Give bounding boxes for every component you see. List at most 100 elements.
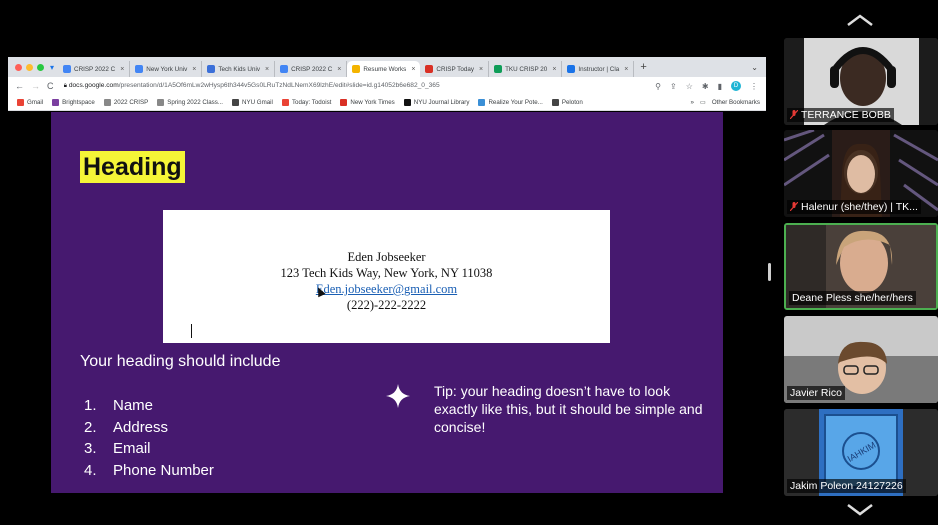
zoom-icon[interactable]: ⚲ [655, 82, 661, 91]
participant-tile[interactable]: IAHKIM Jakim Poleon 24127226 [784, 409, 938, 496]
slide-heading: Heading [80, 151, 185, 183]
tab-close-icon[interactable]: × [552, 66, 556, 73]
resume-address: 123 Tech Kids Way, New York, NY 11038 [280, 266, 493, 280]
folder-icon: ▭ [700, 99, 706, 106]
bookmark-item[interactable]: NYU Gmail [231, 99, 273, 106]
tab-close-icon[interactable]: × [337, 66, 341, 73]
include-list: 1. Name 2. Address 3. Email 4. Phone Number [84, 395, 214, 481]
tab-label: CRISP 2022 C [291, 65, 333, 73]
participant-tile[interactable]: Javier Rico [784, 316, 938, 403]
tab-bar: ▾ CRISP 2022 C × New York Univ × Tech Kids U… [8, 57, 766, 77]
tab-close-icon[interactable]: × [479, 66, 483, 73]
bookmark-star-icon[interactable]: ☆ [686, 82, 693, 91]
bookmark-favicon-icon [281, 99, 289, 106]
other-bookmarks[interactable]: Other Bookmarks [712, 99, 760, 106]
browser-tab[interactable]: Tech Kids Univ × [202, 61, 276, 77]
address-bar-actions: ⚲ ⇪ ☆ ✱ ▮ D ⋮ [655, 81, 758, 91]
gallery-scroll-up-chevron-icon[interactable] [845, 12, 875, 28]
bookmark-favicon-icon [157, 99, 165, 106]
minimize-window-button[interactable] [26, 63, 33, 71]
gallery-scroll-down-chevron-icon[interactable] [845, 502, 875, 518]
participant-tile[interactable]: Halenur (she/they) | TK... [784, 130, 938, 217]
bookmarks-overflow: » ▭ Other Bookmarks [691, 99, 760, 106]
bookmark-list: Gmail Brightspace 2022 CRISP Spring 2022 Cl… [8, 99, 583, 106]
close-window-button[interactable] [15, 63, 22, 71]
include-title: Your heading should include [80, 353, 281, 370]
bookmark-label: 2022 CRISP [113, 99, 149, 106]
tab-label: Instructor | Cla [578, 65, 620, 73]
bookmark-item[interactable]: Gmail [17, 99, 43, 106]
tab-favicon-icon [425, 65, 434, 73]
bookmark-item[interactable]: Peloton [551, 99, 583, 106]
tab-favicon-icon [280, 65, 289, 73]
sidebar-icon[interactable]: ▮ [718, 82, 722, 91]
muted-mic-icon [789, 109, 799, 120]
tab-list-chevron-icon[interactable]: ⌄ [751, 63, 758, 72]
browser-tab[interactable]: Resume Works × [347, 61, 421, 77]
extensions-icon[interactable]: ✱ [702, 82, 709, 91]
browser-tab[interactable]: CRISP Today × [420, 61, 490, 77]
bookmarks-more-chevron-icon[interactable]: » [691, 99, 694, 106]
menu-kebab-icon[interactable]: ⋮ [750, 82, 758, 91]
participant-name: Halenur (she/they) | TK... [787, 200, 921, 214]
bookmark-label: New York Times [350, 99, 395, 106]
bookmark-item[interactable]: Brightspace [52, 99, 95, 106]
tab-favicon-icon [135, 65, 144, 73]
bookmark-item[interactable]: Realize Your Pote... [478, 99, 543, 106]
bookmark-favicon-icon [478, 99, 486, 106]
list-item: 2. Address [84, 418, 169, 436]
bookmark-favicon-icon [340, 99, 348, 106]
participant-name: Javier Rico [787, 386, 845, 400]
bookmark-item[interactable]: Spring 2022 Class... [157, 99, 223, 106]
maximize-window-button[interactable] [37, 63, 44, 71]
bookmark-favicon-icon [231, 99, 239, 106]
url-field[interactable]: 🔒︎ docs.google.com/presentation/d/1A5Of6… [64, 82, 604, 90]
bookmark-item[interactable]: Today: Todoist [281, 99, 331, 106]
tab-favicon-icon [352, 65, 361, 73]
browser-tab[interactable]: CRISP 2022 C × [275, 61, 348, 77]
new-tab-button[interactable]: + [640, 61, 646, 73]
forward-arrow-icon[interactable]: → [31, 81, 40, 91]
tab-label: New York Univ [146, 65, 188, 73]
tab-label: CRISP Today [436, 65, 474, 73]
browser-tab[interactable]: Instructor | Cla × [562, 61, 635, 77]
share-icon[interactable]: ⇪ [670, 82, 677, 91]
tab-search-icon[interactable]: ▾ [50, 63, 54, 72]
reload-icon[interactable]: C [47, 81, 54, 91]
browser-tab[interactable]: New York Univ × [130, 61, 203, 77]
participant-tile[interactable]: TERRANCE BOBB [784, 38, 938, 125]
list-item: 3. Email [84, 440, 151, 457]
bookmark-label: Brightspace [62, 99, 95, 106]
tab-close-icon[interactable]: × [192, 66, 196, 73]
participant-name: Jakim Poleon 24127226 [787, 479, 906, 493]
browser-tab[interactable]: CRISP 2022 C × [58, 61, 131, 77]
bookmark-favicon-icon [403, 99, 411, 106]
browser-tab[interactable]: TKU CRISP 20 × [489, 61, 563, 77]
url-path: /presentation/d/1A5Of6mLw2wHysp6th344v5G… [118, 82, 440, 89]
gallery-resize-handle[interactable] [768, 263, 771, 281]
tab-favicon-icon [567, 65, 576, 73]
bookmark-label: Realize Your Pote... [488, 99, 543, 106]
url-host: docs.google.com [68, 82, 119, 89]
resume-email-link[interactable]: Eden.jobseeker@gmail.com [163, 282, 610, 297]
sparkle-icon [386, 384, 410, 408]
tab-close-icon[interactable]: × [411, 66, 415, 73]
participant-tile-active-speaker[interactable]: Deane Pless she/her/hers [784, 223, 938, 310]
bookmark-item[interactable]: 2022 CRISP [103, 99, 149, 106]
bookmark-item[interactable]: New York Times [340, 99, 395, 106]
tab-close-icon[interactable]: × [120, 66, 124, 73]
shared-browser-window: ▾ CRISP 2022 C × New York Univ × Tech Kids U… [8, 57, 766, 493]
tab-close-icon[interactable]: × [624, 66, 628, 73]
window-controls [15, 63, 44, 71]
bookmark-label: Gmail [27, 99, 44, 106]
profile-avatar[interactable]: D [731, 81, 741, 91]
bookmark-favicon-icon [551, 99, 559, 106]
back-arrow-icon[interactable]: ← [15, 81, 24, 91]
address-bar: ← → C 🔒︎ docs.google.com/presentation/d/… [8, 77, 766, 95]
participant-name: Deane Pless she/her/hers [789, 291, 916, 305]
bookmark-item[interactable]: NYU Journal Library [403, 99, 470, 106]
bookmark-label: NYU Journal Library [413, 99, 470, 106]
tab-favicon-icon [207, 65, 216, 73]
tab-close-icon[interactable]: × [265, 66, 269, 73]
resume-heading-example: Eden Jobseeker 123 Tech Kids Way, New Yo… [163, 210, 610, 343]
